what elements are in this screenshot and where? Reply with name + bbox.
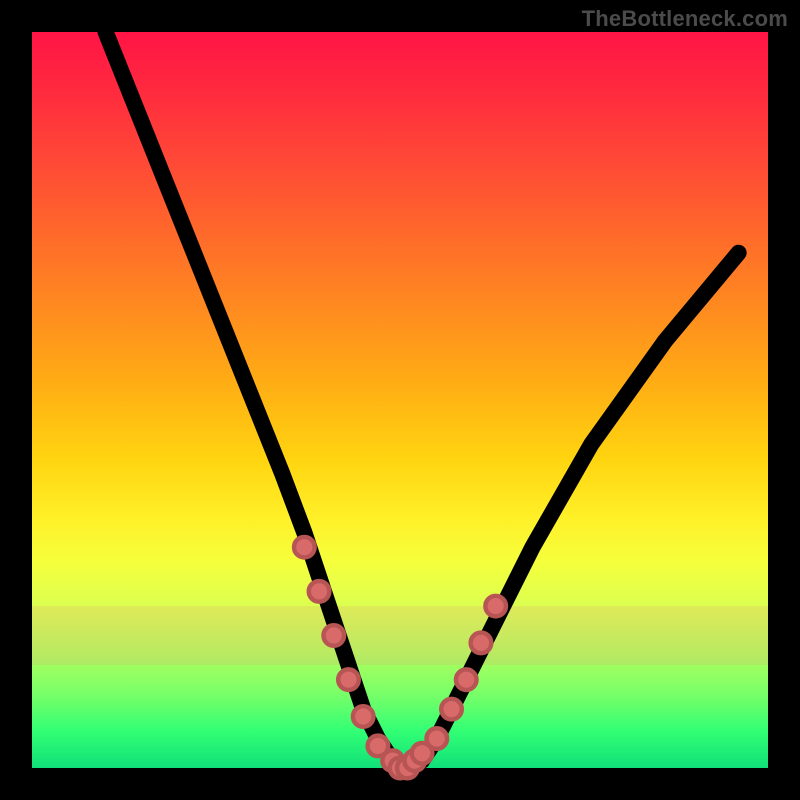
marker-dot (426, 728, 447, 749)
chart-frame: TheBottleneck.com (0, 0, 800, 800)
marker-dot (353, 706, 374, 727)
marker-dot (471, 633, 492, 654)
marker-dot (309, 581, 330, 602)
marker-dot (323, 625, 344, 646)
marker-dot (294, 537, 315, 558)
haze-band (32, 606, 768, 665)
plot-area (32, 32, 768, 768)
watermark-text: TheBottleneck.com (582, 6, 788, 32)
marker-dot (456, 669, 477, 690)
chart-svg (32, 32, 768, 768)
marker-dot (441, 699, 462, 720)
marker-dot (338, 669, 359, 690)
marker-dot (485, 596, 506, 617)
